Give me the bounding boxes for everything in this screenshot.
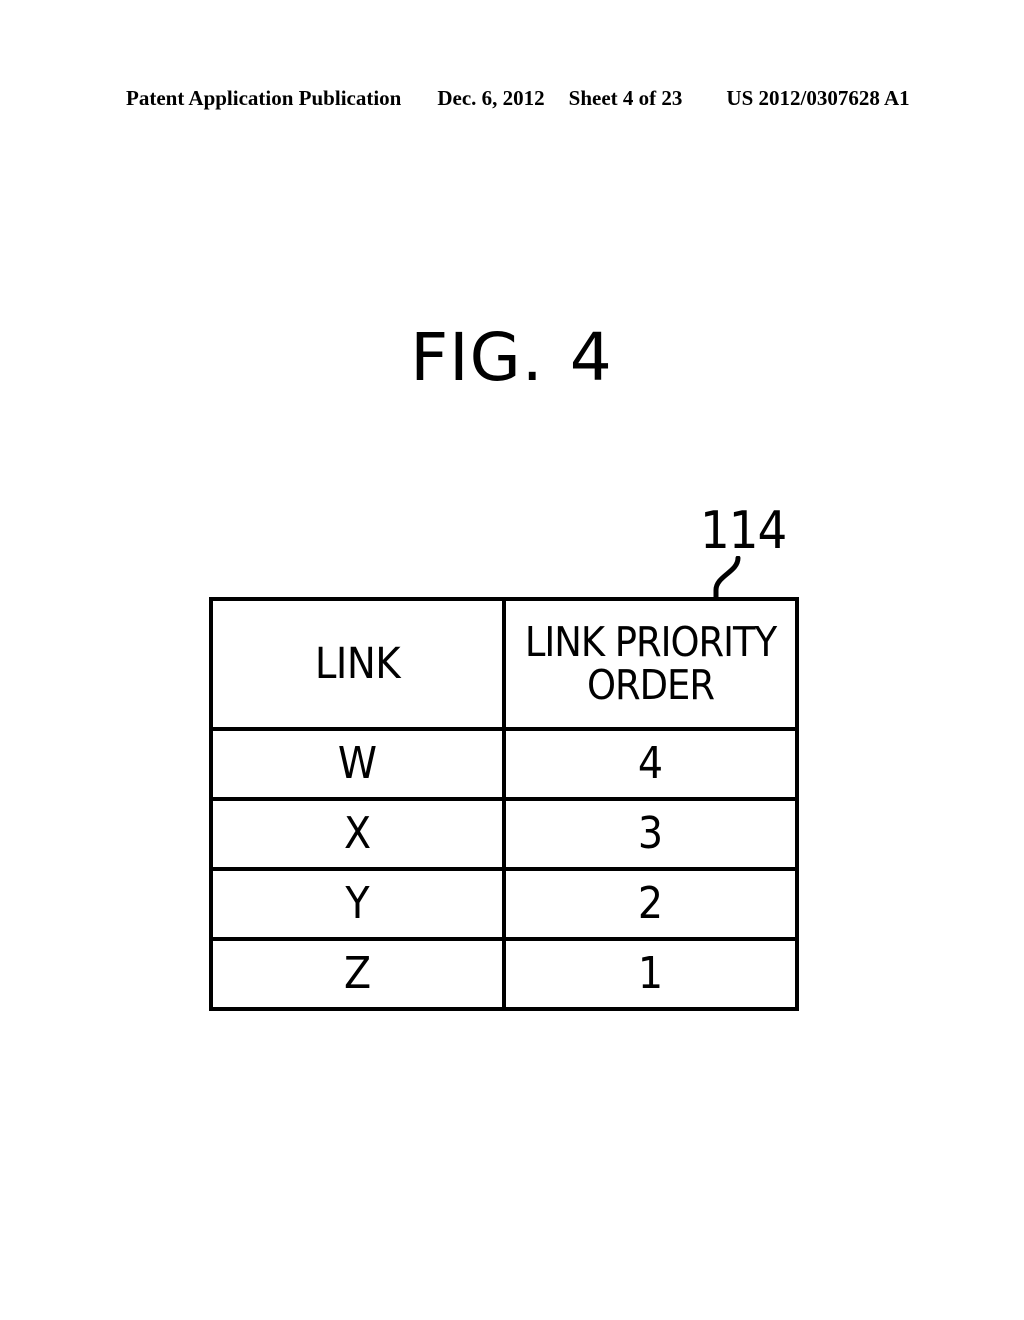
table-row: Z 1 bbox=[211, 939, 797, 1009]
column-header-link: LINK bbox=[211, 599, 506, 731]
column-header-line-2: ORDER bbox=[587, 661, 715, 709]
figure-label-word: FIG. bbox=[410, 319, 544, 396]
cell-link: W bbox=[211, 729, 506, 801]
cell-priority: 3 bbox=[504, 799, 797, 871]
publication-date: Dec. 6, 2012 bbox=[437, 86, 545, 110]
figure-title: FIG. 4 bbox=[0, 325, 1024, 391]
reference-numeral-114: 114 bbox=[700, 501, 787, 561]
sheet-number: Sheet 4 of 23 bbox=[568, 86, 683, 110]
patent-figure-page: Patent Application Publication Dec. 6, 2… bbox=[0, 0, 1024, 1320]
cell-link: Y bbox=[211, 869, 506, 941]
link-priority-table: LINK LINK PRIORITY ORDER W 4 X 3 Y 2 Z 1 bbox=[209, 597, 799, 1011]
document-number: US 2012/0307628 A1 bbox=[726, 86, 910, 110]
cell-link: Z bbox=[211, 939, 506, 1009]
table-row: X 3 bbox=[211, 799, 797, 871]
leader-line-icon bbox=[713, 556, 741, 602]
column-header-link-priority-order: LINK PRIORITY ORDER bbox=[504, 599, 797, 731]
column-header-line-1: LINK PRIORITY bbox=[524, 618, 777, 667]
cell-priority: 2 bbox=[504, 869, 797, 941]
figure-label-number: 4 bbox=[569, 319, 614, 396]
publication-header: Patent Application Publication Dec. 6, 2… bbox=[126, 86, 910, 114]
cell-priority: 4 bbox=[504, 729, 797, 801]
table-row: Y 2 bbox=[211, 869, 797, 941]
table-header-row: LINK LINK PRIORITY ORDER bbox=[211, 599, 797, 731]
cell-link: X bbox=[211, 799, 506, 871]
cell-priority: 1 bbox=[637, 948, 664, 1000]
publication-title: Patent Application Publication bbox=[126, 86, 402, 110]
table-row: W 4 bbox=[211, 729, 797, 801]
